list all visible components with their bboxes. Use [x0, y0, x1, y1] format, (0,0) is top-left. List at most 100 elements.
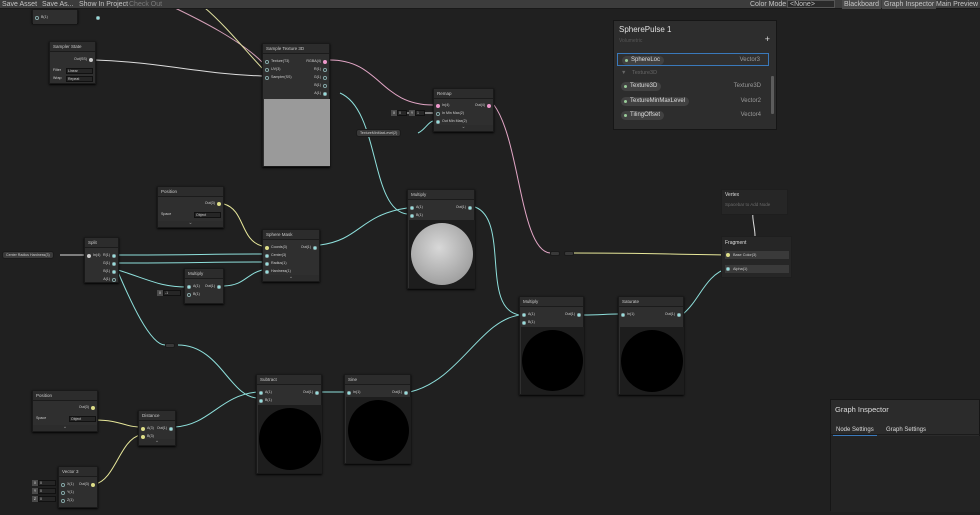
- port-output-dot[interactable]: [112, 262, 116, 266]
- node-vector3[interactable]: Vector 3 X(1) Y(1) Z(1) Out(3): [58, 466, 98, 508]
- main-preview-toggle[interactable]: Main Preview: [936, 0, 978, 9]
- save-as-button[interactable]: Save As...: [42, 0, 74, 9]
- port-input-dot[interactable]: [61, 483, 65, 487]
- remap-y-field[interactable]: 1: [415, 110, 425, 116]
- port-input-dot[interactable]: [35, 16, 39, 20]
- node-saturate[interactable]: Saturate In(1) Out(1): [618, 296, 684, 395]
- collapse-chevron-icon[interactable]: ⌄: [139, 439, 175, 445]
- port-input-dot[interactable]: [265, 262, 269, 266]
- wrap-dropdown[interactable]: Repeat: [66, 76, 93, 82]
- port-input-dot[interactable]: [621, 313, 625, 317]
- node-sine[interactable]: Sine In(1) Out(1): [344, 374, 411, 464]
- port-input-dot[interactable]: [265, 254, 269, 258]
- port-input-dot[interactable]: [259, 399, 263, 403]
- port-output-dot[interactable]: [91, 483, 95, 487]
- port-output-dot[interactable]: [112, 270, 116, 274]
- collapse-chevron-icon[interactable]: ⌄: [263, 275, 319, 281]
- port-output-dot[interactable]: [404, 391, 408, 395]
- filter-dropdown[interactable]: Linear: [66, 68, 93, 74]
- collapse-chevron-icon[interactable]: ⌄: [434, 125, 493, 131]
- node-sample-texture-3d[interactable]: Sample Texture 3D Texture(T3) UV(3) Samp…: [262, 43, 330, 167]
- port-input-dot[interactable]: [61, 491, 65, 495]
- fragment-slot-alpha[interactable]: Alpha(1): [725, 265, 789, 273]
- master-vertex-block[interactable]: Vertex Spacebar to Add Node: [721, 189, 788, 215]
- collapse-chevron-icon[interactable]: ⌄: [158, 221, 223, 227]
- port-output-dot[interactable]: [169, 427, 173, 431]
- reroute-node[interactable]: [564, 251, 574, 256]
- reroute-node[interactable]: [165, 343, 175, 348]
- port-input-dot[interactable]: [87, 254, 91, 258]
- node-remap[interactable]: Remap In(4) In Min Max(2) Out Min Max(2)…: [433, 88, 494, 132]
- port-input-dot[interactable]: [410, 206, 414, 210]
- port-input-dot[interactable]: [726, 267, 730, 271]
- port-output-dot[interactable]: [577, 313, 581, 317]
- port-output-dot[interactable]: [112, 278, 116, 282]
- port-input-dot[interactable]: [187, 293, 191, 297]
- port-input-dot[interactable]: [436, 104, 440, 108]
- node-position-top[interactable]: Position Out(3) Space Object ⌄: [157, 186, 224, 228]
- tab-graph-settings[interactable]: Graph Settings: [883, 426, 929, 435]
- space-dropdown[interactable]: Object: [194, 212, 221, 218]
- port-output-dot[interactable]: [217, 285, 221, 289]
- node-multiply-right[interactable]: Multiply A(1) B(1) Out(1): [519, 296, 584, 395]
- blackboard-property-row[interactable]: TilingOffset Vector4: [617, 109, 769, 122]
- collapse-chevron-icon[interactable]: ⌄: [33, 425, 97, 431]
- port-input-dot[interactable]: [436, 112, 440, 116]
- port-output-dot[interactable]: [315, 391, 319, 395]
- space-dropdown[interactable]: Object: [69, 416, 96, 422]
- port-output-dot[interactable]: [487, 104, 491, 108]
- port-input-dot[interactable]: [726, 253, 730, 257]
- master-fragment-block[interactable]: Fragment Base Color(3) Alpha(1): [721, 236, 792, 278]
- port-input-dot[interactable]: [265, 60, 269, 64]
- blackboard-property-row[interactable]: TextureMinMaxLevel Vector2: [617, 95, 769, 108]
- graph-inspector-toggle[interactable]: Graph Inspector: [882, 0, 937, 9]
- port-output-dot[interactable]: [217, 202, 221, 206]
- vector3-y-field[interactable]: 0: [38, 488, 56, 494]
- port-output-dot[interactable]: [323, 76, 327, 80]
- node-sphere-mask[interactable]: Sphere Mask Coords(3) Center(3) Radius(1…: [262, 229, 320, 282]
- port-input-dot[interactable]: [259, 391, 263, 395]
- vector3-x-field[interactable]: 0: [38, 480, 56, 486]
- property-chip-texture-min-max[interactable]: TextureMinMaxLevel(2): [356, 129, 402, 137]
- port-input-dot[interactable]: [265, 246, 269, 250]
- fragment-slot-base-color[interactable]: Base Color(3): [725, 251, 789, 259]
- node-subtract[interactable]: Subtract A(1) B(1) Out(1): [256, 374, 322, 474]
- port-output-dot[interactable]: [468, 206, 472, 210]
- property-chip-center-radius-hardness[interactable]: Center Radius Hardness(3): [2, 251, 54, 259]
- port-output-dot[interactable]: [96, 16, 100, 20]
- blackboard-property-row[interactable]: SphereLoc Vector3: [617, 53, 769, 66]
- vector3-z-field[interactable]: 0: [38, 496, 56, 502]
- blackboard-property-row[interactable]: Texture3D Texture3D: [617, 80, 769, 93]
- node-partial-top[interactable]: B(1): [32, 9, 100, 24]
- port-input-dot[interactable]: [265, 68, 269, 72]
- plus-icon[interactable]: +: [765, 34, 770, 44]
- port-output-dot[interactable]: [323, 84, 327, 88]
- color-mode-dropdown[interactable]: <None>: [787, 0, 835, 8]
- port-input-dot[interactable]: [61, 499, 65, 503]
- port-output-dot[interactable]: [89, 58, 93, 62]
- blackboard-toggle[interactable]: Blackboard: [842, 0, 882, 9]
- remap-x-field[interactable]: 0: [397, 110, 407, 116]
- node-multiply-small[interactable]: Multiply A(1) B(1) Out(1): [184, 268, 224, 304]
- port-input-dot[interactable]: [187, 285, 191, 289]
- blackboard-category-row[interactable]: ▼ Texture3D: [617, 68, 769, 78]
- port-output-dot[interactable]: [112, 254, 116, 258]
- check-out-button[interactable]: Check Out: [129, 0, 162, 9]
- port-output-dot[interactable]: [323, 92, 327, 96]
- port-input-dot[interactable]: [265, 270, 269, 274]
- port-output-dot[interactable]: [91, 406, 95, 410]
- port-output-dot[interactable]: [323, 60, 327, 64]
- tab-node-settings[interactable]: Node Settings: [833, 426, 877, 436]
- chevron-down-icon[interactable]: ▼: [621, 68, 626, 78]
- port-input-dot[interactable]: [436, 120, 440, 124]
- show-in-project-button[interactable]: Show In Project: [79, 0, 128, 9]
- node-position-bottom[interactable]: Position Out(3) Space Object ⌄: [32, 390, 98, 432]
- port-output-dot[interactable]: [313, 246, 317, 250]
- port-input-dot[interactable]: [347, 391, 351, 395]
- port-input-dot[interactable]: [265, 76, 269, 80]
- port-input-dot[interactable]: [522, 321, 526, 325]
- reroute-node[interactable]: [550, 251, 560, 256]
- node-sampler-state[interactable]: Sampler State Out(SS) Filter Linear Wrap…: [49, 41, 96, 84]
- node-distance[interactable]: Distance A(3) B(3) Out(1) ⌄: [138, 410, 176, 446]
- blackboard-scrollbar[interactable]: [771, 76, 774, 114]
